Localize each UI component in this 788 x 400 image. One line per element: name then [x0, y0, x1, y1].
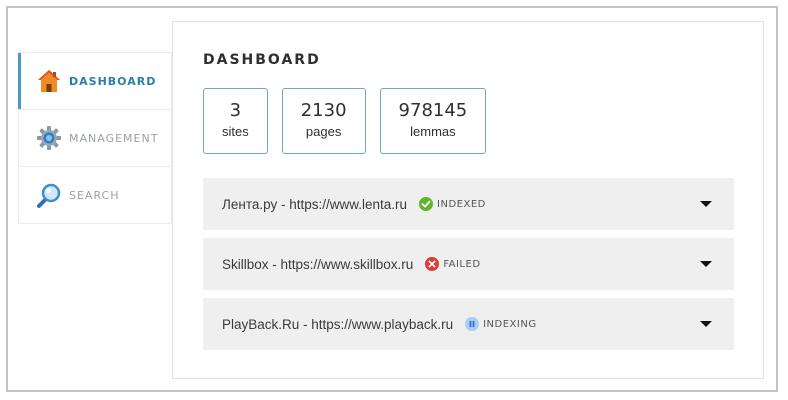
site-name: Лента.ру - https://www.lenta.ru	[222, 196, 408, 212]
stat-card-pages: 2130 pages	[281, 88, 366, 154]
error-circle-icon	[425, 257, 440, 271]
chevron-down-icon[interactable]	[700, 260, 712, 268]
home-icon	[35, 67, 63, 95]
chevron-down-icon[interactable]	[700, 320, 712, 328]
check-circle-icon	[419, 197, 434, 211]
sidebar: DASHBOARD MANAGEMENT SEARCH	[18, 52, 172, 224]
status-badge: INDEXED	[419, 197, 486, 211]
stat-label: sites	[222, 124, 249, 139]
status-label: INDEXED	[437, 198, 486, 210]
site-name: Skillbox - https://www.skillbox.ru	[222, 256, 414, 272]
pause-circle-icon	[465, 317, 480, 331]
chevron-down-icon[interactable]	[700, 200, 712, 208]
sidebar-item-search[interactable]: SEARCH	[19, 167, 171, 224]
site-name: PlayBack.Ru - https://www.playback.ru	[222, 316, 454, 332]
stat-card-lemmas: 978145 lemmas	[379, 88, 487, 154]
sidebar-item-label: MANAGEMENT	[69, 131, 159, 145]
status-badge: FAILED	[425, 257, 480, 271]
status-label: FAILED	[443, 258, 481, 270]
stat-card-sites: 3 sites	[203, 88, 268, 154]
site-row-lenta[interactable]: Лента.ру - https://www.lenta.ru INDEXED	[203, 178, 734, 230]
sidebar-item-label: SEARCH	[69, 189, 120, 202]
main-panel: DASHBOARD 3 sites 2130 pages 978145 lemm…	[172, 21, 764, 379]
status-label: INDEXING	[483, 318, 537, 330]
page-title: DASHBOARD	[203, 52, 321, 68]
site-row-playback[interactable]: PlayBack.Ru - https://www.playback.ru IN…	[203, 298, 734, 350]
gear-icon	[35, 124, 63, 152]
sidebar-item-management[interactable]: MANAGEMENT	[19, 110, 171, 167]
magnifier-icon	[35, 182, 63, 210]
site-row-skillbox[interactable]: Skillbox - https://www.skillbox.ru FAILE…	[203, 238, 734, 290]
stat-value: 2130	[300, 100, 347, 121]
stats-row: 3 sites 2130 pages 978145 lemmas	[203, 88, 487, 154]
stat-label: pages	[305, 124, 342, 139]
stat-label: lemmas	[410, 124, 456, 139]
stat-value: 978145	[398, 100, 468, 121]
sidebar-item-dashboard[interactable]: DASHBOARD	[18, 53, 171, 110]
status-badge: INDEXING	[465, 317, 536, 331]
sidebar-item-label: DASHBOARD	[69, 74, 157, 88]
sites-list: Лента.ру - https://www.lenta.ru INDEXED …	[203, 178, 734, 358]
stat-value: 3	[229, 100, 242, 121]
